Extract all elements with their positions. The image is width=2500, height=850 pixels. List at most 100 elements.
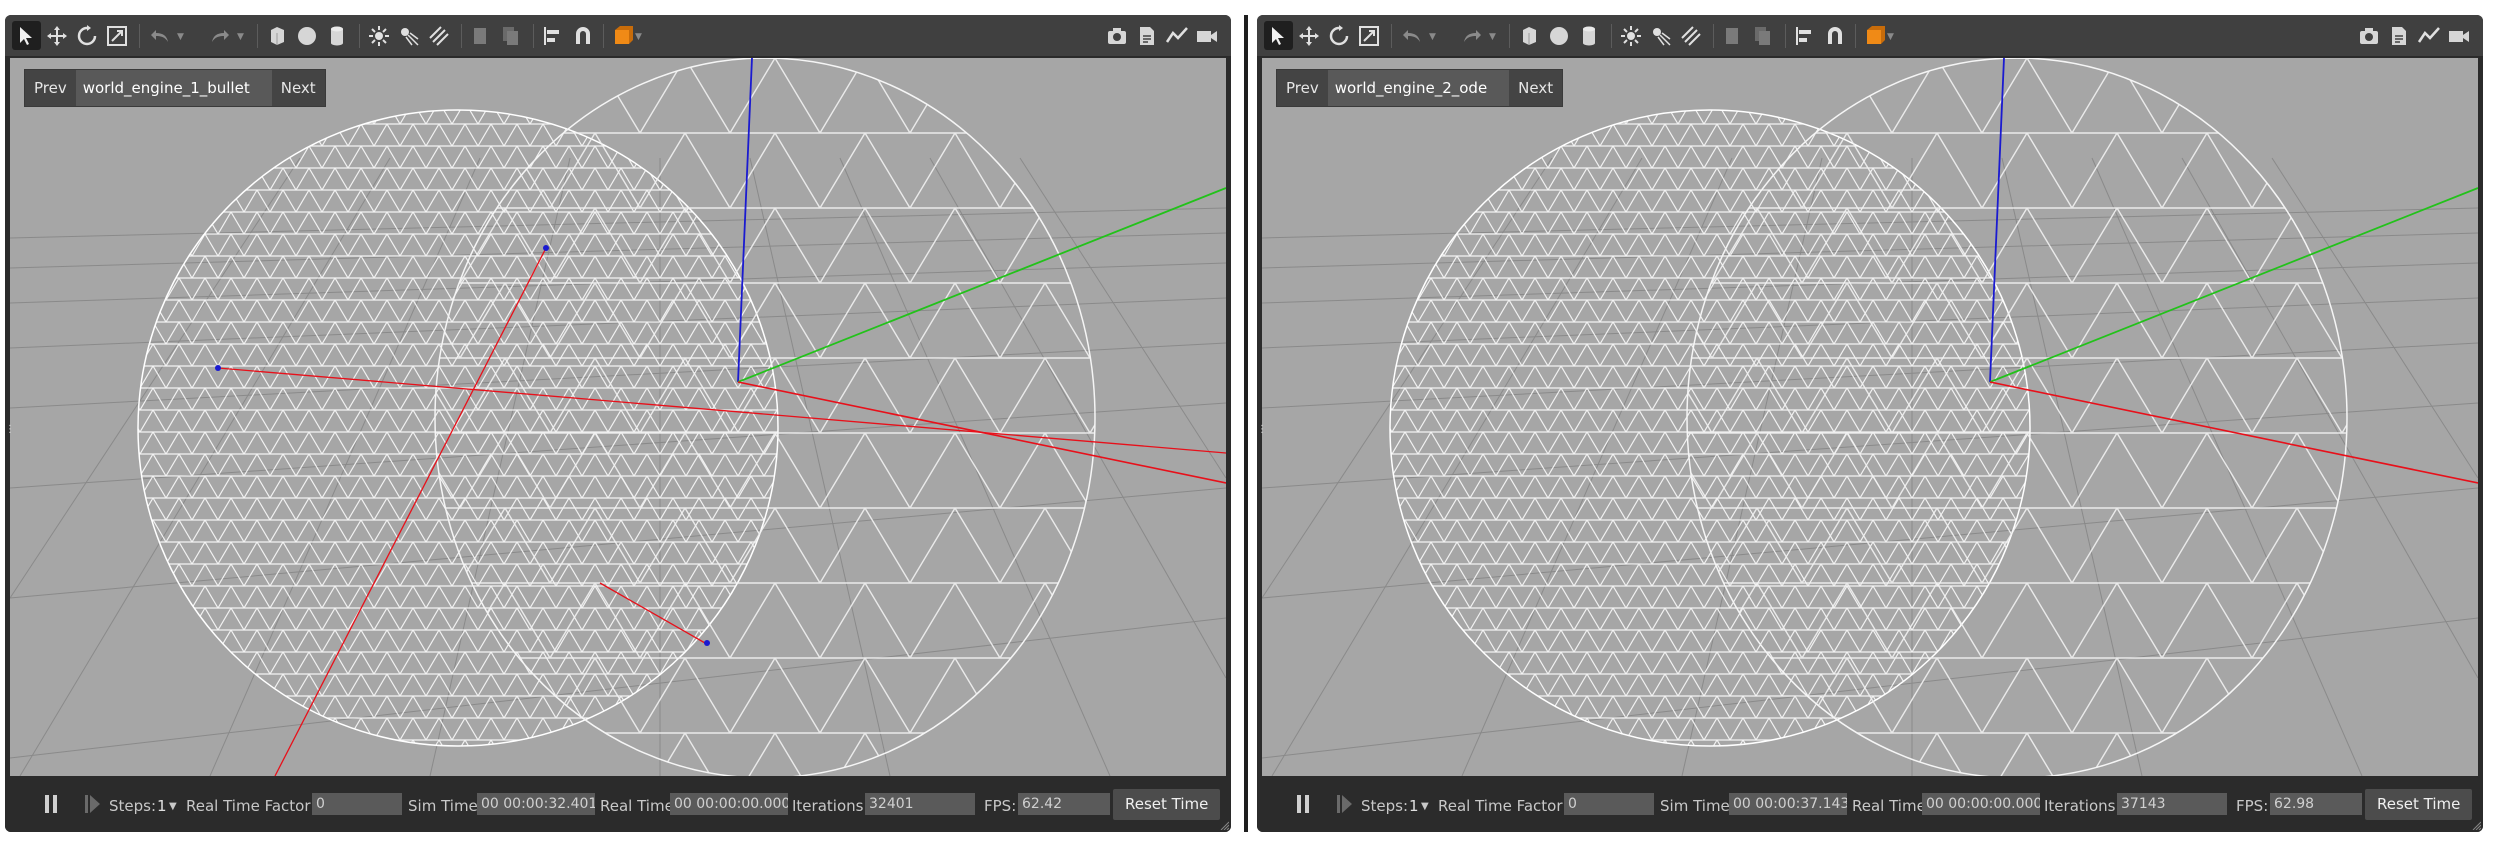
toolbar: ▼ ▼ ▼ [5,15,1231,57]
fps-label: FPS: [984,797,1017,815]
directional-light-icon[interactable] [1676,21,1705,50]
sim-time-label: Sim Time: [408,797,483,815]
real-time-label: Real Time: [1852,797,1931,815]
left-splitter-handle[interactable]: ⋮ [1257,425,1267,445]
world-name-label: world_engine_2_ode [1327,70,1510,106]
step-icon[interactable] [1337,795,1355,813]
snap-icon[interactable] [568,21,597,50]
directional-light-icon[interactable] [424,21,453,50]
pause-icon[interactable] [45,795,59,813]
real-time-field: 00 00:00:00.000 [1922,793,2040,815]
steps-label: Steps: [109,797,157,815]
resize-grip-icon[interactable] [1219,820,1229,830]
box-icon[interactable] [262,21,291,50]
panel-divider [1244,15,1248,832]
steps-dropdown-icon[interactable]: ▼ [169,801,177,812]
sim-time-field: 00 00:00:32.401 [477,793,595,815]
sphere-icon[interactable] [292,21,321,50]
world-navigator: Prev world_engine_1_bullet Next [24,69,326,107]
scene-render [1262,58,2478,776]
box-icon[interactable] [1514,21,1543,50]
iterations-field: 37143 [2117,793,2227,815]
undo-icon[interactable] [1397,21,1426,50]
next-world-button[interactable]: Next [271,70,325,106]
world-navigator: Prev world_engine_2_ode Next [1276,69,1564,107]
real-time-label: Real Time: [600,797,679,815]
cylinder-icon[interactable] [322,21,351,50]
rotate-icon[interactable] [1324,21,1353,50]
spot-light-icon[interactable] [1646,21,1675,50]
paste-icon[interactable] [1748,21,1777,50]
status-bar: Steps: 1 ▼ Real Time Factor: 0 Sim Time:… [5,778,1231,832]
redo-icon[interactable] [205,21,234,50]
3d-viewport[interactable]: Prev world_engine_1_bullet Next [10,58,1226,776]
align-icon[interactable] [1790,21,1819,50]
pause-icon[interactable] [1297,795,1311,813]
translate-icon[interactable] [42,21,71,50]
sim-time-label: Sim Time: [1660,797,1735,815]
align-icon[interactable] [538,21,567,50]
scene-render [10,58,1226,776]
undo-icon[interactable] [145,21,174,50]
real-time-factor-label: Real Time Factor: [186,797,316,815]
contact-point [215,365,221,371]
log-icon[interactable] [1132,21,1161,50]
view-angle-icon[interactable] [1860,21,1889,50]
iterations-field: 32401 [865,793,975,815]
select-icon[interactable] [12,21,41,50]
select-icon[interactable] [1264,21,1293,50]
screenshot-icon[interactable] [1102,21,1131,50]
real-time-field: 00 00:00:00.000 [670,793,788,815]
fps-field: 62.98 [2270,793,2362,815]
view-angle-icon[interactable] [608,21,637,50]
prev-world-button[interactable]: Prev [25,70,76,106]
plot-icon[interactable] [2414,21,2443,50]
step-icon[interactable] [85,795,103,813]
3d-viewport[interactable]: Prev world_engine_2_ode Next [1262,58,2478,776]
right-splitter-handle[interactable]: ⋮ [2479,425,2483,445]
log-icon[interactable] [2384,21,2413,50]
copy-icon[interactable] [466,21,495,50]
prev-world-button[interactable]: Prev [1277,70,1328,106]
toolbar: ▼ ▼ ▼ [1257,15,2483,57]
contact-point [704,640,710,646]
video-record-icon[interactable] [2444,21,2473,50]
real-time-factor-label: Real Time Factor: [1438,797,1568,815]
status-bar: Steps: 1 ▼ Real Time Factor: 0 Sim Time:… [1257,778,2483,832]
redo-icon[interactable] [1457,21,1486,50]
fps-label: FPS: [2236,797,2269,815]
next-world-button[interactable]: Next [1509,70,1563,106]
resize-grip-icon[interactable] [2471,820,2481,830]
world-name-label: world_engine_1_bullet [75,70,272,106]
point-light-icon[interactable] [364,21,393,50]
real-time-factor-field: 0 [312,793,402,815]
gazebo-panel-left: ▼ ▼ ▼ Prev world_engine_1_bullet Next St… [5,15,1231,832]
paste-icon[interactable] [496,21,525,50]
steps-value[interactable]: 1 [1409,797,1419,815]
scale-icon[interactable] [102,21,131,50]
contact-point [543,245,549,251]
reset-time-button[interactable]: Reset Time [2365,789,2473,820]
copy-icon[interactable] [1718,21,1747,50]
fps-field: 62.42 [1018,793,1110,815]
steps-dropdown-icon[interactable]: ▼ [1421,801,1429,812]
rotate-icon[interactable] [72,21,101,50]
steps-label: Steps: [1361,797,1409,815]
scale-icon[interactable] [1354,21,1383,50]
right-splitter-handle[interactable]: ⋮ [1227,425,1231,445]
translate-icon[interactable] [1294,21,1323,50]
plot-icon[interactable] [1162,21,1191,50]
left-splitter-handle[interactable]: ⋮ [5,425,15,445]
iterations-label: Iterations: [792,797,869,815]
steps-value[interactable]: 1 [157,797,167,815]
point-light-icon[interactable] [1616,21,1645,50]
cylinder-icon[interactable] [1574,21,1603,50]
iterations-label: Iterations: [2044,797,2121,815]
sphere-icon[interactable] [1544,21,1573,50]
spot-light-icon[interactable] [394,21,423,50]
screenshot-icon[interactable] [2354,21,2383,50]
snap-icon[interactable] [1820,21,1849,50]
reset-time-button[interactable]: Reset Time [1113,789,1221,820]
video-record-icon[interactable] [1192,21,1221,50]
sim-time-field: 00 00:00:37.143 [1729,793,1847,815]
